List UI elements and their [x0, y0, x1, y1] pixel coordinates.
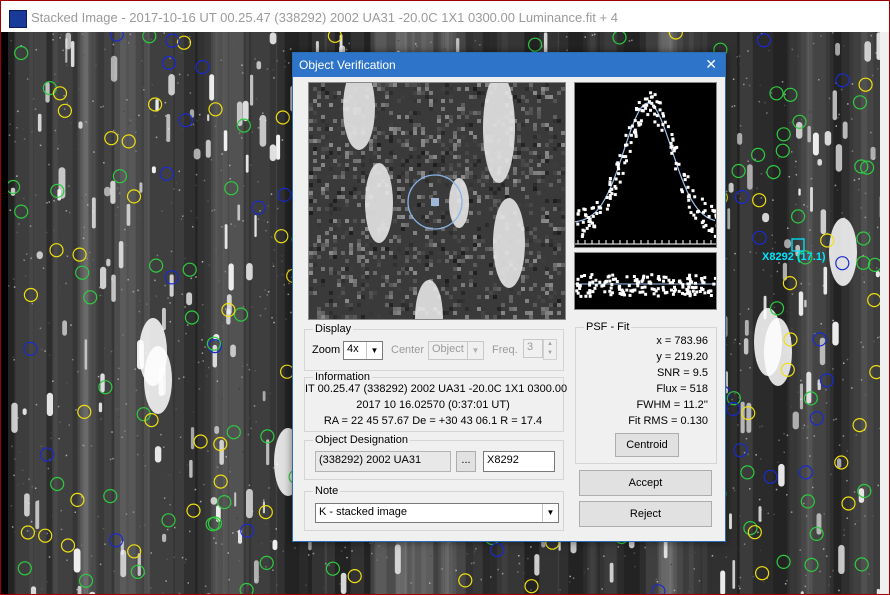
psf-residual-plot: [574, 252, 717, 310]
psf-flux: Flux = 518: [656, 383, 708, 395]
note-group: Note K - stacked image ▼: [304, 485, 564, 531]
display-group: Display Zoom 4x ▼ Center Object ▼ Freq. …: [304, 323, 564, 371]
psf-profile-plot: [574, 82, 719, 248]
dialog-title: Object Verification: [299, 58, 396, 72]
info-line-2: 2017 10 16.02570 (0:37:01 UT): [356, 399, 510, 411]
window-titlebar[interactable]: Stacked Image - 2017-10-16 UT 00.25.47 (…: [1, 1, 889, 32]
reject-button[interactable]: Reject: [579, 501, 712, 527]
object-name-field[interactable]: (338292) 2002 UA31: [315, 451, 451, 472]
freq-value: 3: [527, 341, 534, 353]
zoom-value: 4x: [347, 343, 359, 355]
designation-group: Object Designation (338292) 2002 UA31 ..…: [304, 434, 564, 480]
psf-y: y = 219.20: [656, 351, 708, 363]
zoom-select[interactable]: 4x ▼: [343, 341, 383, 360]
display-group-label: Display: [313, 323, 354, 335]
freq-label: Freq.: [492, 344, 518, 356]
centroid-button[interactable]: Centroid: [615, 433, 679, 457]
designation-group-label: Object Designation: [313, 434, 410, 446]
note-select[interactable]: K - stacked image ▼: [315, 503, 559, 523]
app-icon: [9, 10, 27, 28]
object-code-field[interactable]: X8292: [483, 451, 555, 472]
chevron-down-icon: ▼: [467, 342, 483, 359]
freq-spinner[interactable]: 3 ▲ ▼: [523, 339, 557, 360]
window-title: Stacked Image - 2017-10-16 UT 00.25.47 (…: [31, 10, 618, 25]
spin-arrows-icon[interactable]: ▲ ▼: [543, 339, 557, 360]
psf-fwhm: FWHM = 11.2'': [636, 399, 708, 411]
info-line-1: IT 00.25.47 (338292) 2002 UA31 -20.0C 1X…: [305, 383, 568, 395]
psf-fit-group-label: PSF - Fit: [584, 321, 632, 333]
object-thumbnail[interactable]: [308, 82, 566, 320]
dialog-titlebar[interactable]: Object Verification ✕: [293, 53, 725, 77]
psf-fit-rms: Fit RMS = 0.130: [628, 415, 708, 427]
browse-button[interactable]: ...: [456, 451, 476, 472]
window-border: [880, 32, 889, 594]
chevron-down-icon: ▼: [542, 504, 558, 522]
information-group: Information IT 00.25.47 (338292) 2002 UA…: [304, 371, 568, 432]
info-line-3: RA = 22 45 57.67 De = +30 43 06.1 R = 17…: [323, 415, 543, 427]
psf-snr: SNR = 9.5: [656, 367, 708, 379]
psf-x: x = 783.96: [656, 335, 708, 347]
note-value: K - stacked image: [319, 506, 408, 518]
chevron-down-icon: ▼: [366, 342, 382, 359]
object-verification-dialog: Object Verification ✕ Display Zoom 4x ▼ …: [292, 52, 726, 542]
close-icon[interactable]: ✕: [705, 56, 717, 73]
accept-button[interactable]: Accept: [579, 470, 712, 496]
center-value: Object: [432, 343, 464, 355]
psf-fit-group: PSF - Fit x = 783.96 y = 219.20 SNR = 9.…: [575, 321, 717, 464]
center-label: Center: [391, 344, 425, 356]
note-group-label: Note: [313, 485, 341, 497]
target-label: X8292 (17.1): [762, 251, 826, 263]
center-select[interactable]: Object ▼: [428, 341, 484, 360]
information-group-label: Information: [313, 371, 373, 383]
zoom-label: Zoom: [312, 344, 341, 356]
